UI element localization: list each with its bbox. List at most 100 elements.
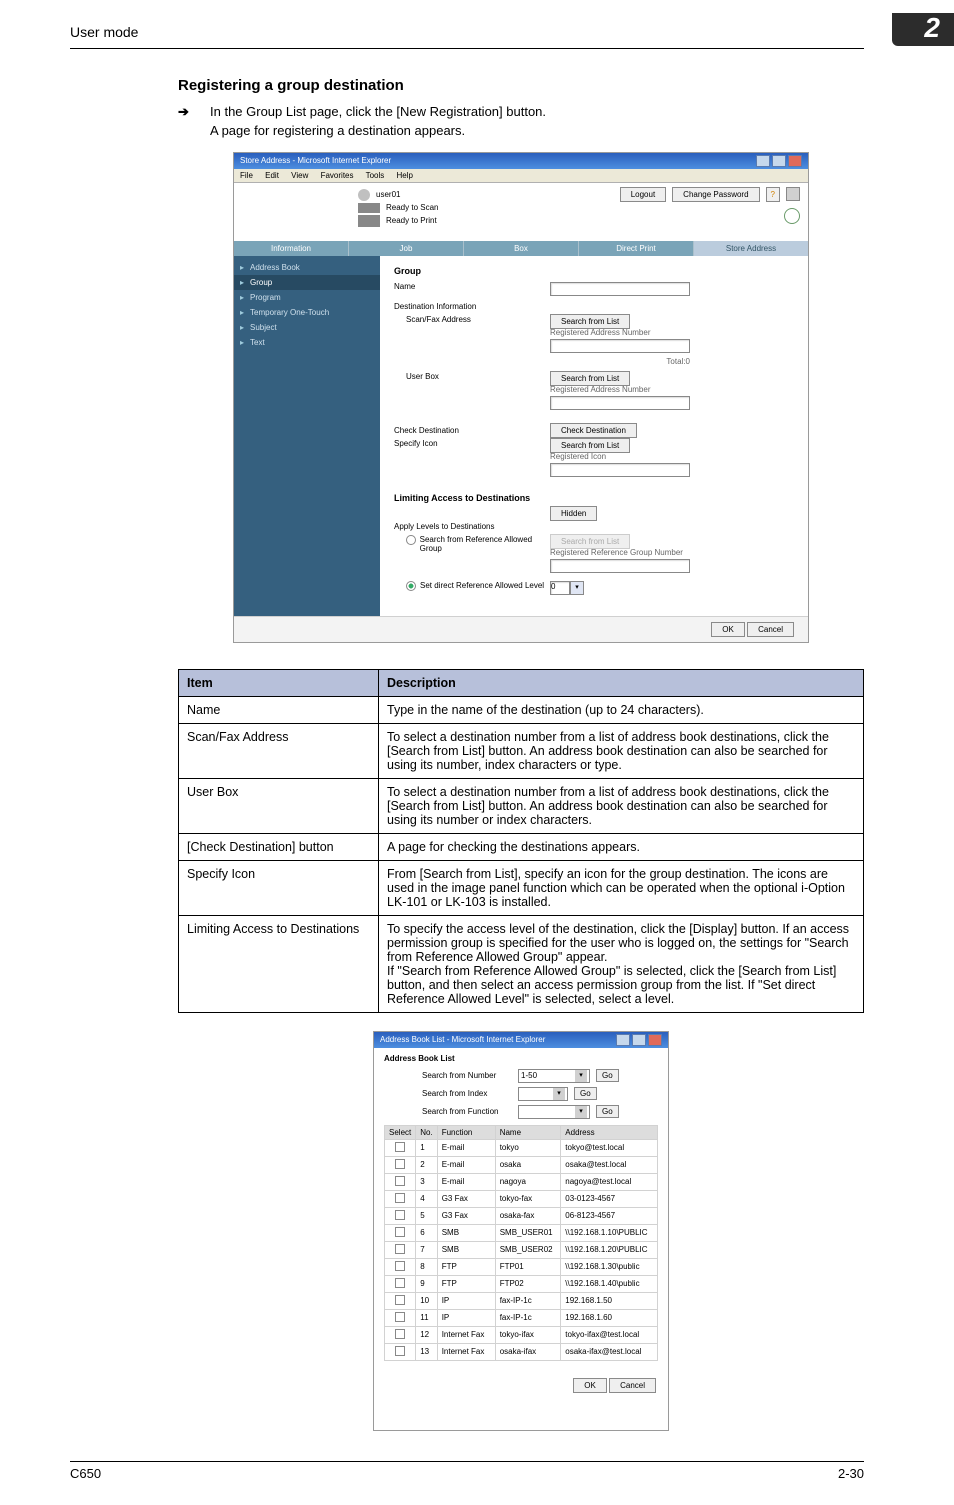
search-index-select[interactable]: ▾: [518, 1087, 568, 1101]
description-table: Item Description NameType in the name of…: [178, 669, 864, 1013]
tab-box[interactable]: Box: [464, 241, 579, 256]
hidden-button[interactable]: Hidden: [550, 506, 597, 521]
tab-job[interactable]: Job: [349, 241, 464, 256]
sidebar-item-subject[interactable]: Subject: [234, 320, 380, 335]
sidebar-item-text[interactable]: Text: [234, 335, 380, 350]
maximize-icon[interactable]: [772, 155, 786, 167]
label-check-dest: Check Destination: [394, 426, 550, 435]
running-header: User mode: [70, 24, 138, 40]
brand-logo: [242, 187, 346, 237]
label-set-direct: Set direct Reference Allowed Level: [420, 581, 544, 591]
cancel-button-2[interactable]: Cancel: [609, 1378, 656, 1393]
row-checkbox[interactable]: [395, 1193, 405, 1203]
sidebar-item-program[interactable]: Program: [234, 290, 380, 305]
change-password-button[interactable]: Change Password: [672, 187, 759, 202]
reg-ref-group-input[interactable]: [550, 559, 690, 573]
row-checkbox[interactable]: [395, 1227, 405, 1237]
table-row-item: Specify Icon: [179, 860, 379, 915]
search-from-list-button-3[interactable]: Search from List: [550, 438, 630, 453]
tab-direct-print[interactable]: Direct Print: [579, 241, 694, 256]
reg-ref-group-label: Registered Reference Group Number: [550, 548, 794, 557]
radio-search-ref[interactable]: [406, 535, 416, 545]
reg-addr-number-label-2: Registered Address Number: [550, 385, 794, 394]
row-checkbox[interactable]: [395, 1142, 405, 1152]
go-button-2[interactable]: Go: [574, 1087, 597, 1100]
radio-set-direct[interactable]: [406, 581, 416, 591]
check-destination-button[interactable]: Check Destination: [550, 423, 637, 438]
col-name: Name: [495, 1125, 561, 1139]
search-from-list-button-2[interactable]: Search from List: [550, 371, 630, 386]
logout-button[interactable]: Logout: [620, 187, 666, 202]
label-apply-levels: Apply Levels to Destinations: [394, 522, 550, 531]
menu-help[interactable]: Help: [397, 171, 413, 180]
menu-view[interactable]: View: [291, 171, 308, 180]
reg-addr-number-input[interactable]: [550, 339, 690, 353]
row-checkbox[interactable]: [395, 1295, 405, 1305]
label-dest-info: Destination Information: [394, 302, 550, 311]
col-address: Address: [561, 1125, 658, 1139]
label-userbox: User Box: [394, 372, 550, 381]
search-from-list-button-disabled: Search from List: [550, 534, 630, 549]
sidebar: Address Book Group Program Temporary One…: [234, 256, 380, 616]
sidebar-item-group[interactable]: Group: [234, 275, 380, 290]
sidebar-item-temporary[interactable]: Temporary One-Touch: [234, 305, 380, 320]
table-row: 11IPfax-IP-1c192.168.1.60: [385, 1309, 658, 1326]
close-icon[interactable]: [788, 155, 802, 167]
table-row-desc: To select a destination number from a li…: [379, 778, 864, 833]
row-checkbox[interactable]: [395, 1346, 405, 1356]
menu-tools[interactable]: Tools: [366, 171, 385, 180]
cancel-button[interactable]: Cancel: [747, 622, 794, 637]
search-from-list-button[interactable]: Search from List: [550, 314, 630, 329]
menu-file[interactable]: File: [240, 171, 253, 180]
table-row-item: Scan/Fax Address: [179, 723, 379, 778]
row-checkbox[interactable]: [395, 1159, 405, 1169]
row-checkbox[interactable]: [395, 1244, 405, 1254]
table-row: 13Internet Faxosaka-ifaxosaka-ifax@test.…: [385, 1343, 658, 1360]
go-button-1[interactable]: Go: [596, 1069, 619, 1082]
row-checkbox[interactable]: [395, 1278, 405, 1288]
menu-edit[interactable]: Edit: [265, 171, 279, 180]
search-function-select[interactable]: ▾: [518, 1105, 590, 1119]
table-row: 3E-mailnagoyanagoya@test.local: [385, 1173, 658, 1190]
row-checkbox[interactable]: [395, 1329, 405, 1339]
name-input[interactable]: [550, 282, 690, 296]
label-search-ref: Search from Reference Allowed Group: [420, 535, 550, 553]
row-checkbox[interactable]: [395, 1210, 405, 1220]
table-row-desc: To select a destination number from a li…: [379, 723, 864, 778]
reg-icon-input[interactable]: [550, 463, 690, 477]
close-icon-2[interactable]: [648, 1034, 662, 1046]
table-row-item: Limiting Access to Destinations: [179, 915, 379, 1012]
minimize-icon-2[interactable]: [616, 1034, 630, 1046]
tab-store-address[interactable]: Store Address: [694, 241, 808, 256]
chevron-down-icon: ▾: [575, 1070, 587, 1082]
status-print: Ready to Print: [386, 216, 437, 225]
row-checkbox[interactable]: [395, 1312, 405, 1322]
table-row: 12Internet Faxtokyo-ifaxtokyo-ifax@test.…: [385, 1326, 658, 1343]
refresh-icon[interactable]: [784, 208, 800, 224]
search-number-select[interactable]: 1-50▾: [518, 1069, 590, 1083]
label-search-number: Search from Number: [392, 1071, 512, 1080]
step-sub: A page for registering a destination app…: [178, 123, 864, 138]
tab-information[interactable]: Information: [234, 241, 349, 256]
minimize-icon[interactable]: [756, 155, 770, 167]
level-dropdown[interactable]: 0 ▾: [550, 581, 584, 595]
maximize-icon-2[interactable]: [632, 1034, 646, 1046]
reg-icon-label: Registered Icon: [550, 452, 794, 461]
level-value: 0: [550, 581, 570, 595]
chevron-down-icon: ▾: [570, 581, 584, 595]
table-row: 8FTPFTP01\\192.168.1.30\public: [385, 1258, 658, 1275]
window-title: Store Address - Microsoft Internet Explo…: [240, 156, 391, 165]
row-checkbox[interactable]: [395, 1176, 405, 1186]
go-button-3[interactable]: Go: [596, 1105, 619, 1118]
sidebar-item-address-book[interactable]: Address Book: [234, 260, 380, 275]
scroll-up-icon[interactable]: [786, 187, 800, 201]
help-button[interactable]: ?: [766, 187, 780, 202]
col-item: Item: [179, 669, 379, 696]
menu-favorites[interactable]: Favorites: [321, 171, 354, 180]
reg-addr-number-input-2[interactable]: [550, 396, 690, 410]
ok-button[interactable]: OK: [711, 622, 745, 637]
printer-icon: [358, 215, 380, 227]
ok-button-2[interactable]: OK: [573, 1378, 607, 1393]
table-row-item: User Box: [179, 778, 379, 833]
row-checkbox[interactable]: [395, 1261, 405, 1271]
